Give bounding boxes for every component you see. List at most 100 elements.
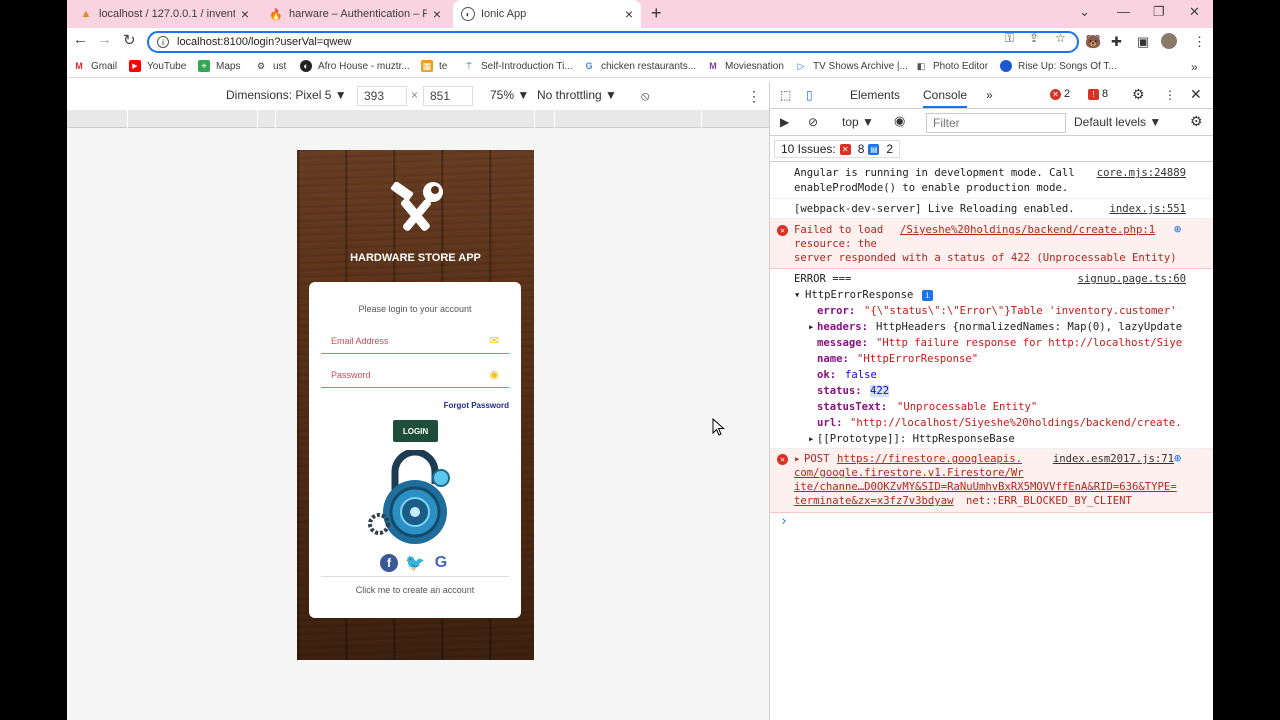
devtools-menu-icon[interactable]: ⋮ [1164, 88, 1176, 102]
settings-gear-icon[interactable]: ⚙ [1132, 86, 1145, 103]
request-link[interactable]: https://firestore.googleapis. [837, 453, 1022, 465]
password-field[interactable]: Password ◉ [321, 362, 509, 388]
object-name[interactable]: HttpErrorResponse [805, 289, 913, 301]
reload-icon[interactable]: ↻ [123, 31, 136, 49]
app-title: HARDWARE STORE APP [350, 252, 481, 264]
facebook-icon[interactable]: f [380, 554, 398, 572]
console-error-message: ✕ ▸ POST https://firestore.googleapis. i… [770, 449, 1213, 513]
share-icon[interactable]: ⇪ [1029, 31, 1039, 45]
devtools-panel: ⬚ ▯ Elements Console » ✕ 2 ! 8 ⚙ ⋮ ✕ ▶ ⊘ t… [769, 82, 1213, 720]
more-tabs[interactable]: » [986, 88, 993, 102]
close-icon[interactable]: × [433, 6, 441, 22]
network-icon[interactable]: ⊕ [1174, 222, 1181, 236]
expand-triangle-icon[interactable]: ▸ [808, 321, 814, 333]
twitter-icon[interactable]: 🐦 [405, 554, 425, 572]
log-levels-select[interactable]: Default levels ▼ [1074, 115, 1161, 129]
tab-elements[interactable]: Elements [850, 88, 900, 102]
bookmark-ust[interactable]: ⚙ ust [255, 60, 286, 72]
filter-input[interactable]: Filter [926, 113, 1066, 133]
new-tab-icon[interactable]: + [651, 3, 662, 24]
expand-triangle-icon[interactable]: ▸ [808, 433, 814, 445]
source-link[interactable]: index.js:551 [1109, 203, 1186, 215]
bookmark-gmail[interactable]: M Gmail [73, 60, 117, 72]
bookmark-te[interactable]: ▦ te [421, 60, 447, 72]
back-icon[interactable]: ← [73, 31, 88, 48]
close-icon[interactable]: × [625, 6, 633, 22]
source-link[interactable]: index.esm2017.js:71 [1053, 453, 1174, 465]
create-account-link[interactable]: Click me to create an account [309, 585, 521, 595]
resource-link[interactable]: /Siyeshe%20holdings/backend/create.php:1 [900, 224, 1155, 236]
device-more-icon[interactable]: ⋮ [747, 88, 761, 105]
rotate-icon[interactable]: ⦸ [641, 88, 649, 104]
expand-triangle-icon[interactable]: ▸ [794, 453, 800, 465]
minimize-icon[interactable]: — [1117, 4, 1130, 19]
bookmark-self-introduction[interactable]: ⍑ Self-Introduction Ti... [463, 60, 572, 72]
tab-search-icon[interactable]: ⌄ [1079, 4, 1090, 20]
sidepanel-icon[interactable]: ▣ [1137, 34, 1149, 50]
bookmark-tv-shows[interactable]: ▷ TV Shows Archive |... [795, 60, 908, 72]
prototype-entry[interactable]: [[Prototype]]: HttpResponseBase [817, 433, 1015, 445]
network-icon[interactable]: ⊕ [1174, 451, 1181, 465]
eye-icon[interactable]: ◉ [489, 368, 499, 381]
console-prompt[interactable]: › [780, 514, 788, 529]
info-icon: i [922, 290, 933, 301]
inspect-element-icon[interactable]: ⬚ [780, 88, 791, 102]
bookmark-afro-house[interactable]: ◐ Afro House - muztr... [300, 60, 410, 72]
padlock-illustration-icon [368, 450, 450, 544]
device-toggle-icon[interactable]: ▯ [806, 88, 813, 102]
email-field[interactable]: Email Address ✉ [321, 328, 509, 354]
issues-button[interactable]: 10 Issues: ✕ 8 ▤ 2 [774, 140, 901, 158]
device-width-input[interactable]: 393 [357, 86, 407, 106]
address-bar[interactable]: i localhost:8100/login?userVal=qwew [147, 31, 1079, 53]
avatar[interactable] [1161, 33, 1177, 49]
tab-firebase[interactable]: 🔥 harware – Authentication – Fireb × [261, 0, 449, 28]
extension-icon[interactable]: 🐻 [1085, 34, 1101, 50]
source-link[interactable]: core.mjs:24889 [1097, 167, 1186, 179]
request-link[interactable]: terminate&zx=x3fz7v3bdyaw [794, 495, 953, 507]
tab-ionic-app[interactable]: ◐ Ionic App × [453, 0, 641, 28]
bookmark-maps[interactable]: ⌖ Maps [198, 60, 240, 72]
request-link[interactable]: com/google.firestore.v1.Firestore/Wr [794, 467, 1024, 479]
device-dimensions-select[interactable]: Dimensions: Pixel 5 ▼ [226, 88, 347, 102]
key-icon[interactable]: ⚿ [1005, 31, 1014, 46]
bookmark-youtube[interactable]: ▶ YouTube [129, 60, 186, 72]
bookmarks-overflow[interactable]: » [1191, 60, 1198, 74]
forward-icon[interactable]: → [97, 31, 112, 48]
site-info-icon[interactable]: i [157, 36, 169, 48]
close-devtools-icon[interactable]: ✕ [1190, 86, 1202, 103]
request-link[interactable]: ite/channe…D0OKZvMY&SID=RaNuUmhvBxRX5MOV… [794, 481, 1177, 493]
device-height-input[interactable]: 851 [423, 86, 473, 106]
bookmark-rise-up[interactable]: Rise Up: Songs Of T... [1000, 60, 1117, 72]
bookmark-star-icon[interactable]: ☆ [1055, 31, 1066, 45]
bookmark-moviesnation[interactable]: M Moviesnation [707, 60, 784, 72]
tab-console[interactable]: Console [923, 88, 968, 108]
source-link[interactable]: signup.page.ts:60 [1078, 273, 1186, 285]
error-count-badge[interactable]: ✕ 2 [1050, 88, 1070, 100]
prop-value: "Unprocessable Entity" [897, 401, 1038, 413]
clear-console-icon[interactable]: ⊘ [808, 115, 818, 129]
restore-icon[interactable]: ❐ [1153, 4, 1165, 20]
login-button[interactable]: LOGIN [393, 420, 438, 442]
warning-count-badge[interactable]: ! 8 [1088, 88, 1108, 100]
context-select[interactable]: top ▼ [842, 115, 874, 129]
live-expression-eye-icon[interactable]: ◉ [894, 113, 905, 129]
close-window-icon[interactable]: ✕ [1189, 4, 1200, 20]
forgot-password-link[interactable]: Forgot Password [444, 401, 509, 410]
sidebar-toggle-icon[interactable]: ▶ [780, 115, 789, 129]
throttling-select[interactable]: No throttling ▼ [537, 88, 617, 102]
message-text: POST [804, 453, 830, 465]
menu-kebab-icon[interactable]: ⋮ [1193, 34, 1206, 50]
puzzle-icon[interactable]: ✚ [1111, 34, 1122, 50]
bookmark-chicken[interactable]: Gchicken restaurants... [583, 60, 696, 72]
google-icon[interactable]: G [432, 554, 450, 572]
console-settings-icon[interactable]: ⚙ [1190, 113, 1203, 130]
zoom-select[interactable]: 75% ▼ [490, 88, 529, 102]
bookmark-photo-editor[interactable]: ◧ Photo Editor [915, 60, 988, 72]
url-text[interactable]: localhost:8100/login?userVal=qwew [177, 36, 351, 48]
bookmark-label: chicken restaurants... [601, 60, 697, 72]
tab-phpmyadmin[interactable]: ▲ localhost / 127.0.0.1 / inventory / × [71, 0, 257, 28]
phpmyadmin-icon: ▲ [80, 8, 92, 20]
close-icon[interactable]: × [241, 6, 249, 22]
expand-triangle-icon[interactable]: ▾ [794, 289, 800, 301]
prop-value: HttpHeaders {normalizedNames: Map(0), la… [876, 321, 1183, 333]
